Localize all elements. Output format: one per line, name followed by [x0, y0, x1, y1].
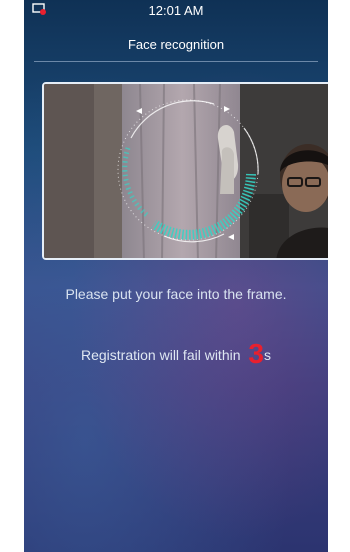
camera-feed [44, 84, 328, 258]
countdown-prefix: Registration will fail within [81, 347, 245, 363]
status-bar: 12:01 AM [24, 0, 328, 20]
status-time: 12:01 AM [148, 3, 204, 18]
countdown-unit: s [263, 347, 271, 363]
title-bar: Face recognition [24, 30, 328, 60]
countdown-message: Registration will fail within 3s [24, 338, 328, 370]
camera-preview [42, 82, 328, 260]
countdown-number: 3 [248, 338, 264, 369]
phone-screen: 12:01 AM Face recognition Please put you… [24, 0, 328, 552]
instruction-text: Please put your face into the frame. [65, 286, 287, 302]
title-divider [34, 61, 318, 62]
page-title: Face recognition [127, 37, 225, 52]
